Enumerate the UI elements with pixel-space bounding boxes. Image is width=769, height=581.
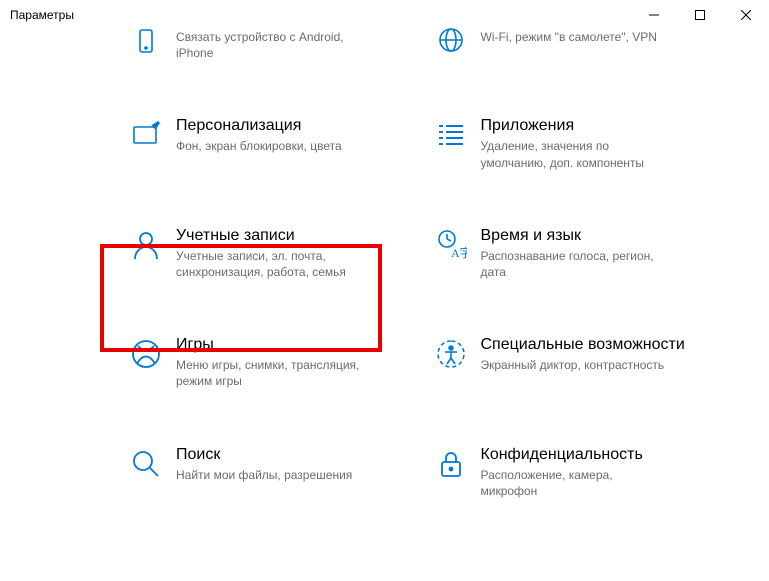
tile-desc: Связать устройство с Android, iPhone xyxy=(176,29,366,61)
tile-privacy[interactable]: Конфиденциальность Расположение, камера,… xyxy=(435,446,720,499)
tile-title: Время и язык xyxy=(481,227,671,245)
tile-text: Приложения Удаление, значения по умолчан… xyxy=(481,117,671,170)
tile-title: Специальные возможности xyxy=(481,336,685,354)
tile-text: Специальные возможности Экранный диктор,… xyxy=(481,336,685,373)
tile-desc: Удаление, значения по умолчанию, доп. ко… xyxy=(481,138,671,170)
window-title: Параметры xyxy=(10,8,74,22)
tile-desc: Wi-Fi, режим "в самолете", VPN xyxy=(481,29,657,45)
settings-content: Связать устройство с Android, iPhone Wi-… xyxy=(0,30,769,581)
search-icon xyxy=(130,448,162,480)
tile-text: Игры Меню игры, снимки, трансляция, режи… xyxy=(176,336,366,389)
ease-of-access-icon xyxy=(435,338,467,370)
tile-text: Связать устройство с Android, iPhone xyxy=(176,26,366,61)
tile-network[interactable]: Wi-Fi, режим "в самолете", VPN xyxy=(435,26,720,61)
tile-title: Игры xyxy=(176,336,366,354)
globe-icon xyxy=(435,28,467,60)
apps-list-icon xyxy=(435,119,467,151)
tile-desc: Меню игры, снимки, трансляция, режим игр… xyxy=(176,357,366,389)
time-language-icon: A字 xyxy=(435,229,467,261)
tile-title: Поиск xyxy=(176,446,352,464)
tile-title: Учетные записи xyxy=(176,227,366,245)
tile-text: Поиск Найти мои файлы, разрешения xyxy=(176,446,352,483)
tile-apps[interactable]: Приложения Удаление, значения по умолчан… xyxy=(435,117,720,170)
paintbrush-icon xyxy=(130,119,162,151)
tile-desc: Найти мои файлы, разрешения xyxy=(176,467,352,483)
tile-time-language[interactable]: A字 Время и язык Распознавание голоса, ре… xyxy=(435,227,720,280)
tile-title: Персонализация xyxy=(176,117,342,135)
tile-title: Приложения xyxy=(481,117,671,135)
tile-desc: Распознавание голоса, регион, дата xyxy=(481,248,671,280)
tile-search[interactable]: Поиск Найти мои файлы, разрешения xyxy=(130,446,415,499)
xbox-icon xyxy=(130,338,162,370)
phone-icon xyxy=(130,28,162,60)
tile-personalization[interactable]: Персонализация Фон, экран блокировки, цв… xyxy=(130,117,415,170)
close-button[interactable] xyxy=(723,0,769,30)
person-icon xyxy=(130,229,162,261)
tile-ease-of-access[interactable]: Специальные возможности Экранный диктор,… xyxy=(435,336,720,389)
tile-gaming[interactable]: Игры Меню игры, снимки, трансляция, режи… xyxy=(130,336,415,389)
tile-text: Wi-Fi, режим "в самолете", VPN xyxy=(481,26,657,45)
tile-desc: Экранный диктор, контрастность xyxy=(481,357,671,373)
tile-text: Конфиденциальность Расположение, камера,… xyxy=(481,446,671,499)
tile-accounts[interactable]: Учетные записи Учетные записи, эл. почта… xyxy=(130,227,415,280)
tile-desc: Фон, экран блокировки, цвета xyxy=(176,138,342,154)
tile-desc: Расположение, камера, микрофон xyxy=(481,467,671,499)
svg-text:A字: A字 xyxy=(451,245,467,260)
tile-phone[interactable]: Связать устройство с Android, iPhone xyxy=(130,26,415,61)
tile-desc: Учетные записи, эл. почта, синхронизация… xyxy=(176,248,366,280)
tile-text: Персонализация Фон, экран блокировки, цв… xyxy=(176,117,342,154)
settings-grid: Связать устройство с Android, iPhone Wi-… xyxy=(130,26,719,499)
tile-text: Время и язык Распознавание голоса, регио… xyxy=(481,227,671,280)
tile-title: Конфиденциальность xyxy=(481,446,671,464)
lock-icon xyxy=(435,448,467,480)
tile-text: Учетные записи Учетные записи, эл. почта… xyxy=(176,227,366,280)
